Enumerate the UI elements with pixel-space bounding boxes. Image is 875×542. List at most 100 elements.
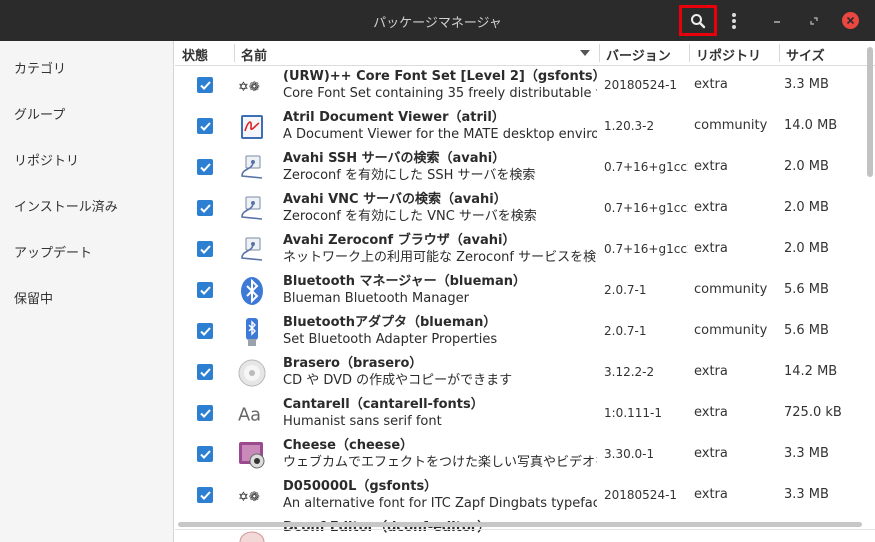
install-checkbox[interactable] <box>197 241 213 257</box>
install-checkbox[interactable] <box>197 323 213 339</box>
table-row[interactable]: Cheese（cheese） ウェブカムでエフェクトをつけた楽しい写真やビデオを撮… <box>175 435 865 476</box>
package-name-cell: Avahi Zeroconf ブラウザ（avahi） ネットワーク上の利用可能な … <box>283 232 597 266</box>
install-checkbox[interactable] <box>197 118 213 134</box>
package-description: CD や DVD の作成やコピーができます <box>283 373 513 388</box>
package-version: 1.20.3-2 <box>604 119 655 133</box>
package-description: An alternative font for ITC Zapf Dingbat… <box>283 496 597 511</box>
svg-text:✡❁: ✡❁ <box>238 80 260 94</box>
horizontal-scrollbar[interactable] <box>178 522 862 527</box>
table-row[interactable]: ✡❁ (URW)++ Core Font Set [Level 2]（gsfont… <box>175 66 865 107</box>
column-header-size[interactable]: サイズ <box>786 45 825 64</box>
package-description: Zeroconf を有効にした VNC サーバを検索 <box>283 209 537 224</box>
column-header-name[interactable]: 名前 <box>241 45 267 64</box>
package-list: ✡❁ (URW)++ Core Font Set [Level 2]（gsfont… <box>175 66 865 542</box>
package-size: 5.6 MB <box>784 323 829 338</box>
sidebar: カテゴリ グループ リポジトリ インストール済み アップデート 保留中 <box>0 41 174 542</box>
package-description: A Document Viewer for the MATE desktop e… <box>283 127 597 142</box>
font-glyph-icon: ✡❁ <box>237 481 267 511</box>
package-name: Avahi VNC サーバの検索（avahi） <box>283 192 507 207</box>
sidebar-item-categories[interactable]: カテゴリ <box>14 58 66 77</box>
sidebar-item-updates[interactable]: アップデート <box>14 242 92 261</box>
package-name-cell: Brasero（brasero） CD や DVD の作成やコピーができます <box>283 355 597 389</box>
package-version: 20180524-1 <box>604 488 678 502</box>
checkmark-icon <box>199 367 211 377</box>
package-name-cell: Bluetoothアダプタ（blueman） Set Bluetooth Adap… <box>283 314 597 348</box>
table-row[interactable]: Avahi SSH サーバの検索（avahi） Zeroconf を有効にした S… <box>175 148 865 189</box>
column-divider <box>689 44 690 62</box>
table-row[interactable]: Bluetoothアダプタ（blueman） Set Bluetooth Adap… <box>175 312 865 353</box>
package-name: Cantarell（cantarell-fonts） <box>283 397 484 412</box>
menu-button[interactable] <box>722 5 746 36</box>
minimize-button[interactable] <box>766 5 788 36</box>
package-name: (URW)++ Core Font Set [Level 2]（gsfonts） <box>283 69 597 84</box>
package-size: 3.3 MB <box>784 446 829 461</box>
package-name-cell: Avahi VNC サーバの検索（avahi） Zeroconf を有効にした V… <box>283 191 597 225</box>
maximize-button[interactable] <box>803 5 825 36</box>
document-viewer-icon <box>237 112 267 142</box>
install-checkbox[interactable] <box>197 405 213 421</box>
title-bar: パッケージマネージャ <box>0 0 875 41</box>
package-name: Avahi Zeroconf ブラウザ（avahi） <box>283 233 516 248</box>
scrollbar-thumb[interactable] <box>867 47 873 177</box>
column-header-version[interactable]: バージョン <box>606 45 671 64</box>
install-checkbox[interactable] <box>197 77 213 93</box>
package-repository: extra <box>694 364 728 379</box>
table-row[interactable]: ✡❁ D050000L（gsfonts） An alternative font f… <box>175 476 865 517</box>
table-row[interactable]: Brasero（brasero） CD や DVD の作成やコピーができます 3.1… <box>175 353 865 394</box>
checkmark-icon <box>199 121 211 131</box>
table-row[interactable]: Bluetooth マネージャー（blueman） Blueman Bluetoo… <box>175 271 865 312</box>
package-size: 14.0 MB <box>784 118 838 133</box>
package-repository: extra <box>694 159 728 174</box>
font-glyph-icon: ✡❁ <box>237 71 267 101</box>
package-table: 状態 名前 バージョン リポジトリ サイズ ✡❁ (URW)++ Core Fon… <box>175 41 875 542</box>
package-repository: extra <box>694 200 728 215</box>
package-description: ネットワーク上の利用可能な Zeroconf サービスを検索 <box>283 250 597 265</box>
package-name: Bluetoothアダプタ（blueman） <box>283 315 497 330</box>
table-header: 状態 名前 バージョン リポジトリ サイズ <box>175 41 875 66</box>
sidebar-item-groups[interactable]: グループ <box>14 104 65 123</box>
install-checkbox[interactable] <box>197 446 213 462</box>
package-name: Cheese（cheese） <box>283 438 414 453</box>
table-row[interactable]: Atril Document Viewer（atril） A Document V… <box>175 107 865 148</box>
package-size: 2.0 MB <box>784 200 829 215</box>
package-description: Core Font Set containing 35 freely distr… <box>283 86 597 101</box>
package-name-cell: D050000L（gsfonts） An alternative font for… <box>283 478 597 512</box>
sort-descending-icon <box>580 50 590 56</box>
column-header-repository[interactable]: リポジトリ <box>696 45 761 64</box>
install-checkbox[interactable] <box>197 159 213 175</box>
column-divider <box>779 44 780 62</box>
package-version: 3.12.2-2 <box>604 365 655 379</box>
close-button[interactable] <box>838 5 862 36</box>
package-description: Humanist sans serif font <box>283 414 442 429</box>
install-checkbox[interactable] <box>197 487 213 503</box>
checkmark-icon <box>199 408 211 418</box>
install-checkbox[interactable] <box>197 200 213 216</box>
package-size: 2.0 MB <box>784 241 829 256</box>
package-name-cell: Avahi SSH サーバの検索（avahi） Zeroconf を有効にした S… <box>283 150 597 184</box>
svg-text:Aa: Aa <box>238 405 261 425</box>
package-size: 725.0 kB <box>784 405 842 420</box>
package-size: 3.3 MB <box>784 487 829 502</box>
sidebar-item-repositories[interactable]: リポジトリ <box>14 150 79 169</box>
sidebar-item-installed[interactable]: インストール済み <box>14 196 118 215</box>
package-repository: community <box>694 323 768 338</box>
search-button[interactable] <box>679 5 717 36</box>
install-checkbox[interactable] <box>197 282 213 298</box>
table-row[interactable]: Aa Cantarell（cantarell-fonts） Humanist san… <box>175 394 865 435</box>
column-header-status[interactable]: 状態 <box>182 45 208 64</box>
column-divider <box>234 44 235 62</box>
vertical-scrollbar[interactable] <box>863 42 875 522</box>
package-name-cell: Bluetooth マネージャー（blueman） Blueman Bluetoo… <box>283 273 597 307</box>
checkmark-icon <box>199 285 211 295</box>
bluetooth-adapter-icon <box>237 317 267 347</box>
install-checkbox[interactable] <box>197 364 213 380</box>
table-row[interactable]: Avahi VNC サーバの検索（avahi） Zeroconf を有効にした V… <box>175 189 865 230</box>
table-row[interactable]: Avahi Zeroconf ブラウザ（avahi） ネットワーク上の利用可能な … <box>175 230 865 271</box>
package-repository: community <box>694 282 768 297</box>
column-divider <box>599 44 600 62</box>
sidebar-item-pending[interactable]: 保留中 <box>14 288 53 307</box>
bluetooth-icon <box>237 276 267 306</box>
package-size: 5.6 MB <box>784 282 829 297</box>
package-name: Bluetooth マネージャー（blueman） <box>283 274 527 289</box>
webcam-icon <box>237 440 267 470</box>
